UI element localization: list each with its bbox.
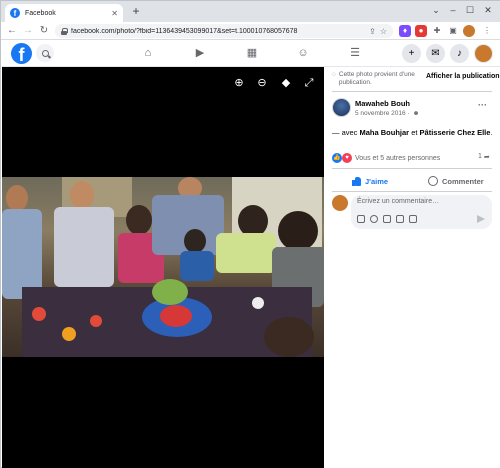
reactions-summary[interactable]: 👍 ♥ Vous et 5 autres personnes	[332, 153, 440, 163]
reactions-text[interactable]: Vous et 5 autres personnes	[355, 155, 440, 162]
maximize-button[interactable]: ☐	[464, 3, 476, 17]
gif-icon[interactable]	[396, 215, 404, 223]
author-name[interactable]: Mawaheb Bouh	[355, 99, 410, 108]
divider	[332, 91, 492, 92]
notifications-icon[interactable]: ♪	[450, 44, 469, 63]
account-avatar[interactable]	[474, 44, 493, 63]
zoom-in-icon[interactable]: ⊕	[233, 77, 245, 89]
address-bar-row: ← → ↻ facebook.com/photo/?fbid=113643945…	[1, 22, 500, 40]
divider	[332, 168, 492, 169]
fullscreen-icon[interactable]: ⤢	[303, 77, 315, 89]
avatar-sticker-icon[interactable]	[357, 215, 365, 223]
side-panel-icon[interactable]: ▣	[447, 25, 459, 37]
facebook-header: f ⌂ ▶ ▦ ☺ ☰ + ✉ ♪	[2, 40, 500, 67]
tagged-page-link[interactable]: Pâtisserie Chez Elle	[420, 128, 491, 137]
camera-icon[interactable]	[383, 215, 391, 223]
post-details-panel: ◌ Cette photo provient d'une publication…	[324, 67, 500, 468]
post-caption: — avec Maha Bouhjar et Pâtisserie Chez E…	[332, 128, 493, 137]
comment-box[interactable]: Écrivez un commentaire…	[351, 195, 492, 229]
post-date-text[interactable]: 5 novembre 2016 ·	[355, 110, 410, 117]
extensions-puzzle-icon[interactable]: ✚	[431, 25, 443, 37]
caption-prefix: — avec	[332, 128, 360, 137]
post-date: 5 novembre 2016 · ☻	[355, 110, 419, 117]
like-label: J'aime	[365, 176, 389, 186]
menu-icon[interactable]: ☰	[348, 46, 362, 60]
show-post-link[interactable]: Afficher la publication	[426, 73, 500, 80]
party-photo[interactable]	[2, 177, 324, 357]
tab-strip: f Facebook ✕ + ⌄ – ☐ ✕	[1, 1, 500, 22]
send-icon[interactable]	[477, 215, 485, 223]
browser-tab[interactable]: f Facebook ✕	[5, 4, 123, 22]
forward-arrow-icon[interactable]: →	[21, 24, 35, 38]
home-icon[interactable]: ⌂	[141, 46, 155, 60]
comment-button[interactable]: Commenter	[428, 173, 484, 189]
tagged-user-link[interactable]: Maha Bouhjar	[360, 128, 410, 137]
public-note-text: Cette photo provient d'une publication.	[338, 71, 415, 86]
tag-icon[interactable]: ◆	[280, 77, 292, 89]
tab-title: Facebook	[25, 9, 56, 17]
search-button[interactable]	[36, 44, 54, 62]
omnibox[interactable]: facebook.com/photo/?fbid=113643945309901…	[55, 24, 393, 38]
love-reaction-icon: ♥	[342, 153, 352, 163]
comment-input[interactable]: Écrivez un commentaire…	[357, 198, 439, 205]
share-count[interactable]: 1 ➦	[478, 153, 490, 161]
photo-viewer: ⊕ ⊖ ◆ ⤢	[2, 67, 324, 468]
emoji-icon[interactable]	[370, 215, 378, 223]
watch-icon[interactable]: ▶	[193, 46, 207, 60]
info-icon: ◌	[332, 71, 336, 78]
profile-avatar[interactable]	[463, 25, 475, 37]
close-window-button[interactable]: ✕	[482, 3, 494, 17]
comment-bubble-icon	[428, 176, 438, 186]
share-arrow-icon: ➦	[483, 154, 490, 161]
back-arrow-icon[interactable]: ←	[5, 24, 19, 38]
minimize-button[interactable]: –	[447, 3, 459, 17]
thumbs-up-icon	[352, 176, 361, 186]
search-icon	[41, 49, 49, 57]
author-avatar[interactable]	[332, 98, 351, 117]
comment-label: Commenter	[442, 176, 484, 186]
public-note: ◌ Cette photo provient d'une publication…	[332, 71, 422, 87]
messenger-icon[interactable]: ✉	[426, 44, 445, 63]
groups-icon[interactable]: ☺	[296, 46, 310, 60]
url-text[interactable]: facebook.com/photo/?fbid=113643945309901…	[71, 28, 365, 35]
share-icon[interactable]: ⇪	[369, 27, 376, 36]
commenter-avatar[interactable]	[332, 195, 348, 211]
audience-friends-icon: ☻	[412, 110, 420, 117]
new-tab-button[interactable]: +	[129, 4, 143, 18]
bookmark-star-icon[interactable]: ☆	[380, 27, 387, 36]
like-button[interactable]: J'aime	[352, 173, 388, 189]
extension-icon-1[interactable]: ♦	[399, 25, 411, 37]
caption-suffix: .	[490, 128, 493, 137]
facebook-logo[interactable]: f	[11, 43, 32, 64]
more-options-icon[interactable]: ···	[478, 100, 487, 110]
extension-icon-2[interactable]: ●	[415, 25, 427, 37]
reload-icon[interactable]: ↻	[37, 24, 51, 38]
tab-search-icon[interactable]: ⌄	[430, 3, 442, 17]
share-count-value: 1	[478, 153, 482, 160]
lock-icon	[61, 27, 68, 35]
caption-mid: et	[409, 128, 420, 137]
zoom-out-icon[interactable]: ⊖	[256, 77, 268, 89]
tab-close-icon[interactable]: ✕	[111, 9, 118, 18]
divider	[332, 191, 492, 192]
like-reaction-icon: 👍	[332, 153, 342, 163]
browser-window: f Facebook ✕ + ⌄ – ☐ ✕ ← → ↻ facebook.co…	[0, 0, 500, 468]
browser-menu-icon[interactable]: ⋮	[481, 25, 493, 37]
create-icon[interactable]: +	[402, 44, 421, 63]
marketplace-icon[interactable]: ▦	[245, 46, 259, 60]
facebook-favicon-icon: f	[10, 8, 20, 18]
comment-tools	[357, 215, 417, 223]
sticker-icon[interactable]	[409, 215, 417, 223]
